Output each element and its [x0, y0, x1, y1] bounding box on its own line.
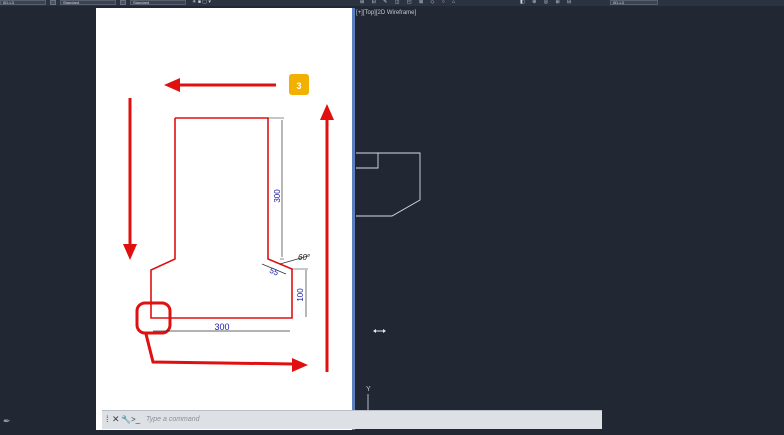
close-icon[interactable]: ✕ [112, 414, 120, 425]
drawn-polyline [356, 152, 421, 217]
pen-tool-icon[interactable]: ✒ [3, 416, 13, 426]
ucs-y-label: Y [366, 386, 371, 393]
drawn-stub [356, 153, 379, 169]
model-space-viewport[interactable]: Y X [0, 0, 784, 430]
command-line-handle-icon[interactable]: ⁞ [106, 414, 109, 425]
command-line: ⁞ ✕ 🔧 >_ Type a command [102, 410, 602, 429]
command-input[interactable]: Type a command [146, 415, 200, 425]
command-prompt-icon[interactable]: >_ [131, 414, 140, 425]
resize-cursor-icon [373, 329, 386, 333]
wrench-icon[interactable]: 🔧 [121, 414, 131, 425]
